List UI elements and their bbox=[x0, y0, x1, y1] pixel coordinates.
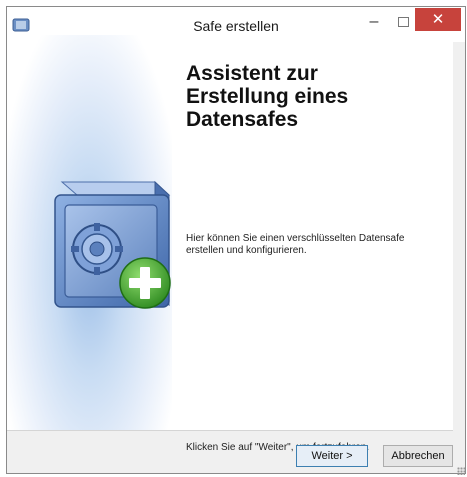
wizard-description: Hier können Sie einen verschlüsselten Da… bbox=[186, 233, 405, 256]
minimize-button[interactable]: – bbox=[362, 14, 386, 33]
footer-divider bbox=[7, 430, 453, 431]
resize-grip[interactable] bbox=[457, 467, 465, 475]
maximize-icon bbox=[398, 17, 409, 27]
wizard-heading: Assistent zur Erstellung eines Datensafe… bbox=[186, 62, 349, 131]
wizard-banner bbox=[7, 35, 172, 430]
wizard-content: Assistent zur Erstellung eines Datensafe… bbox=[7, 35, 453, 453]
close-button[interactable]: ✕ bbox=[415, 8, 461, 31]
maximize-button[interactable] bbox=[391, 11, 415, 31]
safe-add-icon bbox=[54, 180, 171, 309]
cancel-button[interactable]: Abbrechen bbox=[383, 445, 453, 467]
next-button[interactable]: Weiter > bbox=[296, 445, 368, 467]
